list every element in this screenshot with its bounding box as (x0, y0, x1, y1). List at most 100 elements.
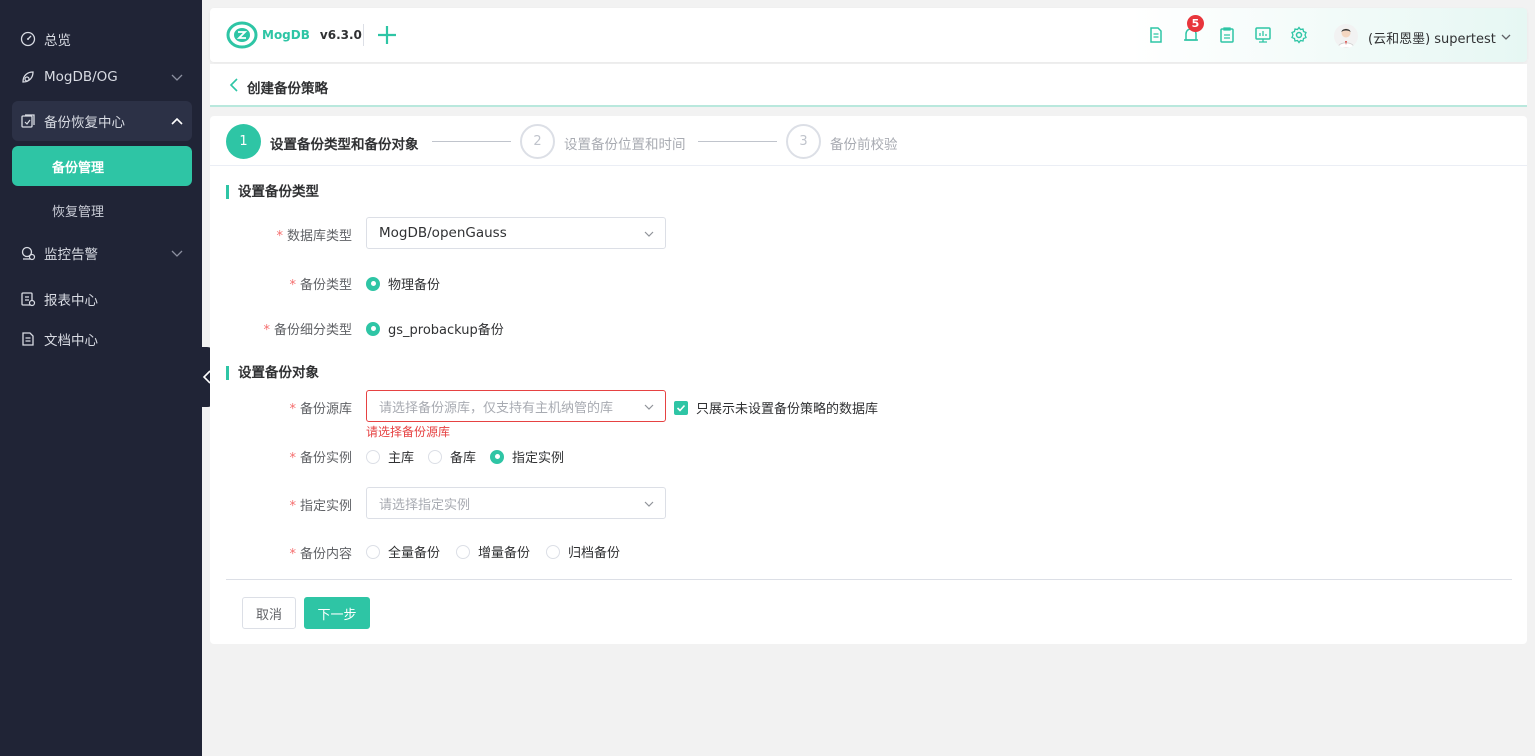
step-2-label: 设置备份位置和时间 (564, 137, 686, 153)
checkbox-label: 只展示未设置备份策略的数据库 (696, 402, 879, 417)
db-type-label: * 数据库类型 (276, 229, 352, 244)
radio-label: 全量备份 (388, 546, 441, 561)
backup-type-label: * 备份类型 (289, 278, 352, 293)
step-3-label: 备份前校验 (830, 137, 898, 153)
radio-label: 备库 (450, 451, 477, 466)
monitor-chart-icon[interactable] (1254, 26, 1272, 44)
username[interactable]: (云和恩墨) supertest (1368, 28, 1496, 47)
source-db-placeholder: 请选择备份源库，仅支持有主机纳管的库 (379, 400, 614, 416)
notification-badge: 5 (1187, 15, 1204, 32)
radio-label: 主库 (388, 451, 415, 466)
chevron-down-icon (171, 74, 183, 81)
step-3-number: 3 (786, 124, 821, 159)
sidebar-item-label: 总览 (44, 33, 71, 49)
gear-icon[interactable] (1290, 26, 1308, 44)
source-db-error: 请选择备份源库 (366, 425, 451, 439)
instance-primary-radio[interactable]: 主库 (366, 447, 414, 466)
backup-icon (20, 113, 36, 129)
radio-dot (366, 449, 380, 464)
sub-type-label: * 备份细分类型 (263, 323, 352, 338)
sidebar-subitem-label: 备份管理 (52, 160, 105, 176)
db-type-select[interactable]: MogDB/openGauss (366, 217, 666, 249)
sidebar-item-label: 文档中心 (44, 333, 98, 349)
content-incremental-radio[interactable]: 增量备份 (456, 542, 530, 561)
sidebar-item-reports[interactable]: 报表中心 (12, 280, 192, 318)
version-label: v6.3.0 (319, 28, 362, 42)
radio-label: 物理备份 (388, 278, 441, 293)
chevron-up-icon (171, 117, 183, 125)
footer-divider (226, 579, 1512, 580)
sidebar-item-backup-center[interactable]: 备份恢复中心 (12, 101, 192, 141)
sidebar: 总览 MogDB/OG 备份恢复中心 备份管理 恢复管理 监控告警 报表中心 文… (0, 0, 202, 756)
specified-instance-placeholder: 请选择指定实例 (379, 497, 471, 513)
section-title-backup-object: 设置备份对象 (226, 366, 319, 380)
sidebar-item-overview[interactable]: 总览 (12, 20, 192, 58)
sidebar-item-mogdb[interactable]: MogDB/OG (12, 58, 192, 96)
page-title: 创建备份策略 (247, 81, 328, 97)
document-icon (20, 331, 36, 347)
specified-instance-select[interactable]: 请选择指定实例 (366, 487, 666, 519)
breadcrumb: 创建备份策略 (210, 64, 1527, 107)
step-connector (698, 141, 777, 142)
chevron-down-icon[interactable] (1500, 31, 1512, 43)
content-archive-radio[interactable]: 归档备份 (546, 542, 620, 561)
brand-name: MogDB (262, 28, 310, 42)
checkbox-checked-icon (674, 400, 688, 415)
sidebar-item-backup-management[interactable]: 备份管理 (12, 146, 192, 186)
content-full-radio[interactable]: 全量备份 (366, 542, 440, 561)
create-policy-form: 1 设置备份类型和备份对象 2 设置备份位置和时间 3 备份前校验 设置备份类型… (210, 116, 1527, 644)
sidebar-item-label: 报表中心 (44, 293, 98, 309)
clipboard-icon[interactable] (1218, 26, 1236, 44)
radio-label: 增量备份 (478, 546, 531, 561)
leaf-icon (20, 69, 36, 85)
alarm-icon (20, 245, 36, 261)
report-icon (20, 291, 36, 307)
top-header: MogDB v6.3.0 5 (云和恩墨) supertest (210, 8, 1527, 62)
step-1-label: 设置备份类型和备份对象 (270, 137, 419, 153)
source-db-label: * 备份源库 (289, 402, 352, 417)
sidebar-item-label: 备份恢复中心 (44, 115, 125, 131)
chevron-down-icon (644, 404, 654, 410)
sidebar-item-label: 监控告警 (44, 247, 98, 263)
sidebar-item-monitoring[interactable]: 监控告警 (12, 234, 192, 272)
radio-label: 指定实例 (512, 451, 565, 466)
app-logo[interactable]: MogDB v6.3.0 (226, 21, 362, 49)
sidebar-item-docs[interactable]: 文档中心 (12, 320, 192, 358)
step-1-number: 1 (226, 124, 261, 159)
mogdb-logo-icon (226, 21, 258, 49)
document-icon[interactable] (1147, 26, 1165, 44)
sidebar-item-restore-management[interactable]: 恢复管理 (12, 190, 192, 230)
radio-dot (366, 276, 380, 291)
instance-standby-radio[interactable]: 备库 (428, 447, 476, 466)
backup-content-label: * 备份内容 (289, 547, 352, 562)
radio-label: gs_probackup备份 (388, 323, 504, 338)
chevron-down-icon (171, 250, 183, 257)
chevron-down-icon (644, 501, 654, 507)
radio-dot (366, 544, 380, 559)
db-type-value: MogDB/openGauss (379, 225, 507, 241)
radio-dot (428, 449, 442, 464)
back-arrow-icon[interactable] (228, 78, 240, 92)
section-title-backup-type: 设置备份类型 (226, 185, 319, 199)
source-db-select[interactable]: 请选择备份源库，仅支持有主机纳管的库 (366, 390, 666, 422)
chevron-down-icon (644, 231, 654, 237)
instance-specified-radio[interactable]: 指定实例 (490, 447, 564, 466)
avatar[interactable] (1334, 24, 1358, 48)
add-icon[interactable] (376, 24, 398, 46)
only-unset-checkbox[interactable]: 只展示未设置备份策略的数据库 (674, 398, 878, 417)
step-connector (432, 141, 511, 142)
next-step-button[interactable]: 下一步 (304, 597, 370, 629)
radio-dot (456, 544, 470, 559)
backup-type-physical-radio[interactable]: 物理备份 (366, 274, 440, 293)
sub-type-probackup-radio[interactable]: gs_probackup备份 (366, 319, 504, 338)
specified-instance-label: * 指定实例 (289, 499, 352, 514)
radio-dot (366, 321, 380, 336)
cancel-button[interactable]: 取消 (242, 597, 296, 629)
sidebar-subitem-label: 恢复管理 (52, 204, 105, 220)
instance-label: * 备份实例 (289, 451, 352, 466)
radio-dot (546, 544, 560, 559)
step-2-number: 2 (520, 124, 555, 159)
header-divider (363, 24, 364, 46)
radio-dot (490, 449, 504, 464)
dashboard-icon (20, 31, 36, 47)
